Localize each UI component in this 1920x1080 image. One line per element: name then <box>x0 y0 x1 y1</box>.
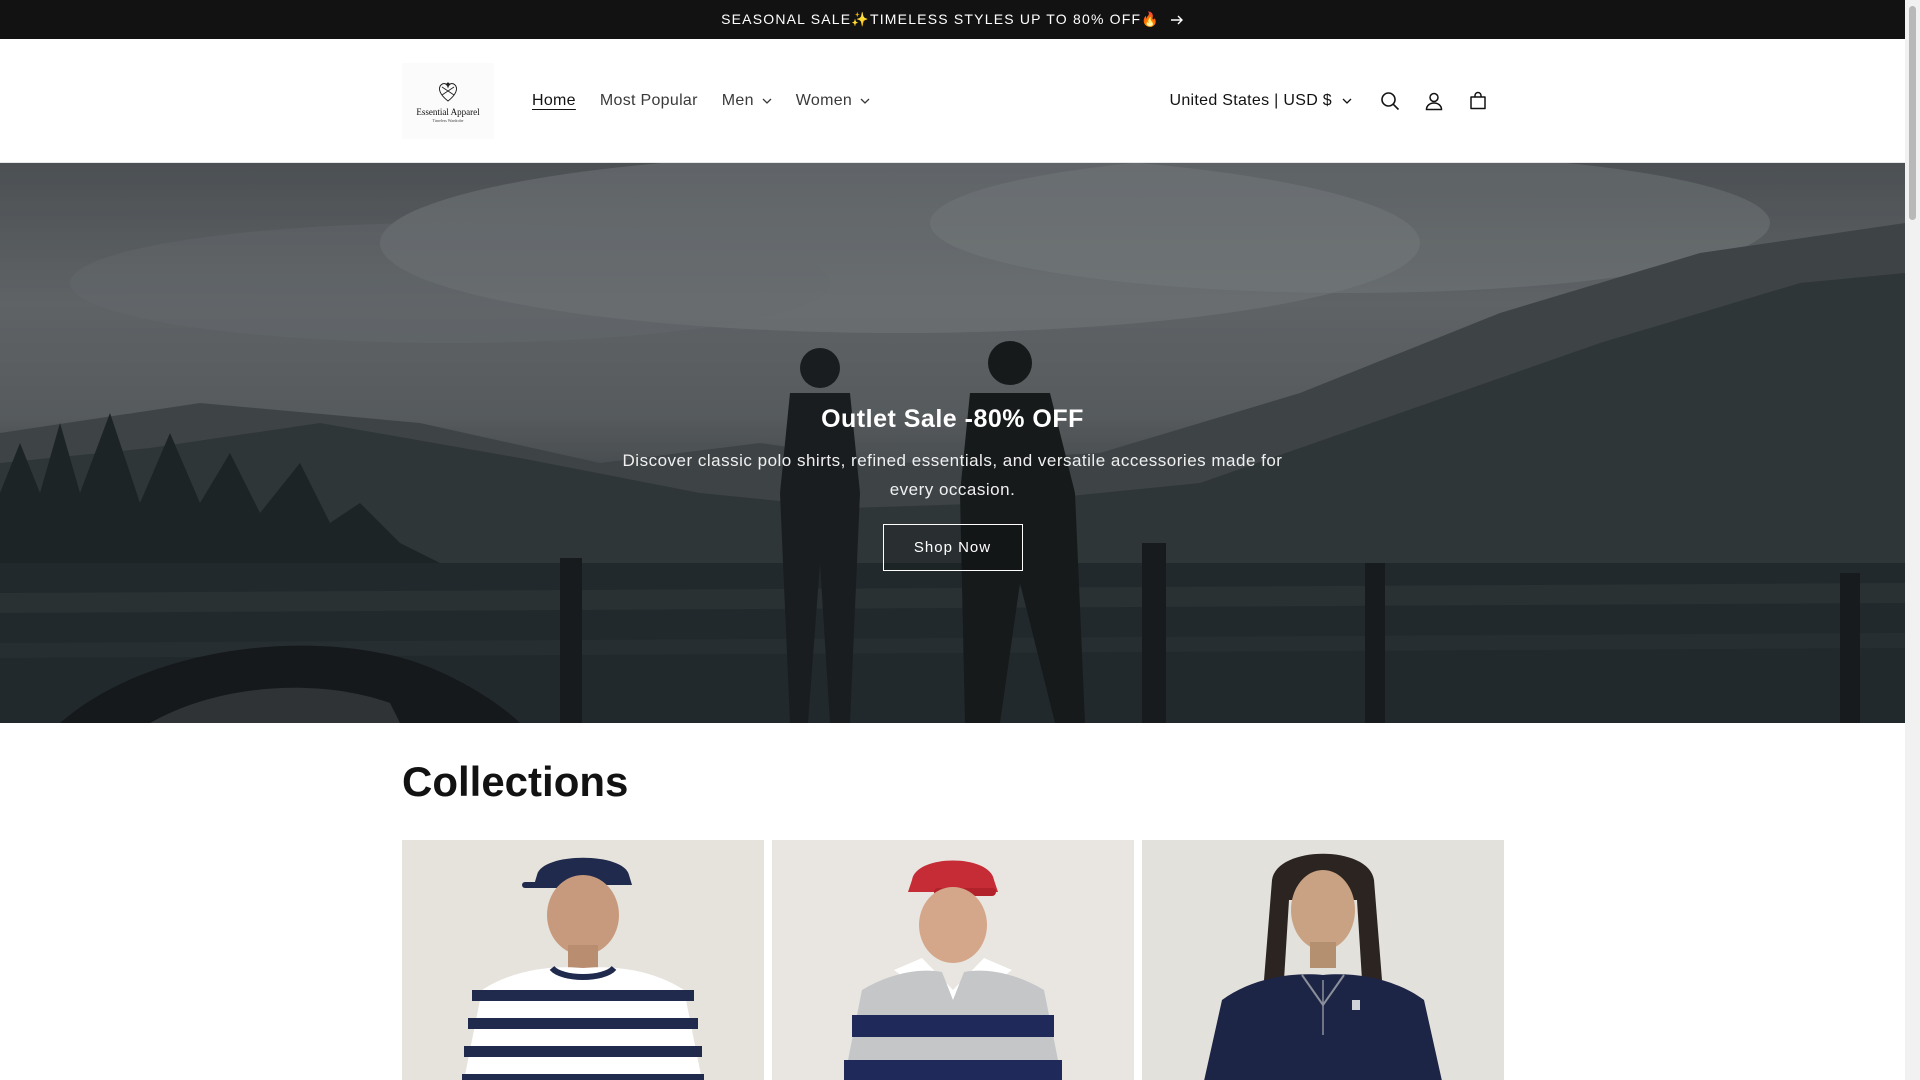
rugby-shirt-model-image <box>772 840 1134 1080</box>
nav-women-label: Women <box>795 92 853 109</box>
chevron-down-icon <box>762 98 772 104</box>
announcement-text: SEASONAL SALE✨TIMELESS STYLES UP TO 80% … <box>721 11 1160 27</box>
collections-grid <box>402 840 1512 1080</box>
arrow-right-icon <box>1170 14 1184 26</box>
collection-card-2[interactable] <box>772 840 1134 1080</box>
site-header: Essential Apparel Timeless Wardrobe Home… <box>0 39 1905 163</box>
navy-pullover-model-image <box>1142 840 1504 1080</box>
collection-card-1[interactable] <box>402 840 764 1080</box>
nav-most-popular[interactable]: Most Popular <box>600 92 698 110</box>
shop-now-button[interactable]: Shop Now <box>882 524 1023 571</box>
logo-emblem-icon <box>439 82 457 102</box>
main-nav: Home Most Popular Men Women <box>520 39 882 163</box>
hero-title: Outlet Sale -80% OFF <box>821 405 1084 433</box>
collection-card-3[interactable] <box>1142 840 1504 1080</box>
chevron-down-icon <box>1342 98 1352 104</box>
nav-home-label: Home <box>532 92 576 109</box>
collections-heading: Collections <box>402 758 629 805</box>
locale-label: United States | USD $ <box>1169 92 1332 109</box>
account-icon[interactable] <box>1412 79 1456 123</box>
nav-men[interactable]: Men <box>722 92 772 110</box>
country-currency-selector[interactable]: United States | USD $ <box>1169 92 1352 110</box>
logo[interactable]: Essential Apparel Timeless Wardrobe <box>402 63 494 139</box>
nav-home[interactable]: Home <box>532 92 576 110</box>
hero-banner: Outlet Sale -80% OFF Discover classic po… <box>0 163 1905 723</box>
striped-tee-model-image <box>402 840 764 1080</box>
nav-men-label: Men <box>721 92 754 109</box>
nav-most-popular-label: Most Popular <box>599 92 698 109</box>
logo-tagline: Timeless Wardrobe <box>432 118 464 123</box>
cart-icon[interactable] <box>1456 79 1500 123</box>
logo-name: Essential Apparel <box>416 107 480 117</box>
search-icon[interactable] <box>1368 79 1412 123</box>
hero-description: Discover classic polo shirts, refined es… <box>622 451 1283 499</box>
header-actions: United States | USD $ <box>1169 39 1500 163</box>
hero-content: Outlet Sale -80% OFF Discover classic po… <box>0 163 1905 723</box>
page-scrollbar[interactable] <box>1905 0 1920 1080</box>
scrollbar-thumb[interactable] <box>1909 6 1916 220</box>
page: SEASONAL SALE✨TIMELESS STYLES UP TO 80% … <box>0 0 1920 1080</box>
chevron-down-icon <box>860 98 870 104</box>
announcement-bar[interactable]: SEASONAL SALE✨TIMELESS STYLES UP TO 80% … <box>0 0 1905 39</box>
nav-women[interactable]: Women <box>796 92 870 110</box>
